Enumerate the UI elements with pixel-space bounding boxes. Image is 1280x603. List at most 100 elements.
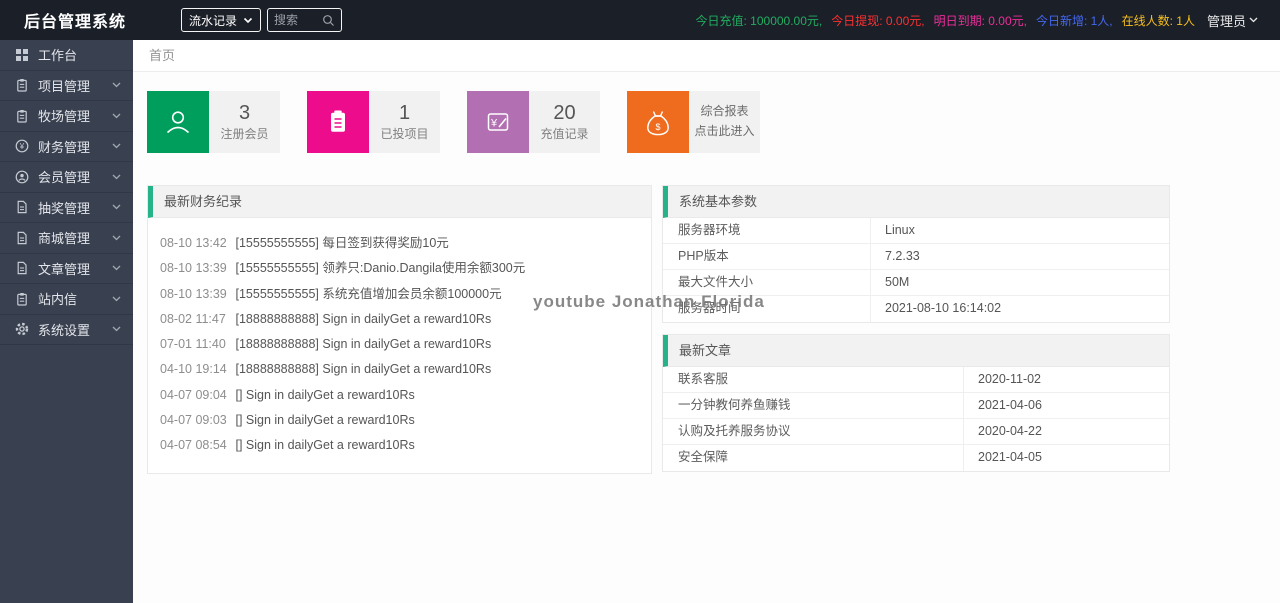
- finance-panel: 最新财务纪录 08-10 13:42 [15555555555] 每日签到获得奖…: [147, 185, 652, 474]
- admin-menu[interactable]: 管理员: [1207, 11, 1280, 30]
- finance-panel-title: 最新财务纪录: [148, 186, 651, 218]
- chevron-down-icon: [112, 204, 121, 210]
- param-label: 最大文件大小: [663, 270, 871, 295]
- record-time: 04-10 19:14: [160, 362, 227, 377]
- table-row: PHP版本 7.2.33: [663, 244, 1169, 270]
- finance-record: 07-01 11:40 [18888888888] Sign in dailyG…: [160, 332, 639, 357]
- content-area: 3 注册会员 1 已投项目 ¥ 20 充值记录 $ 综合报表 点击此进入 最新财…: [133, 72, 1280, 493]
- sidebar-item-ranch[interactable]: 牧场管理: [0, 101, 133, 132]
- record-text: [18888888888] Sign in dailyGet a reward1…: [235, 362, 492, 377]
- sidebar-item-lottery[interactable]: 抽奖管理: [0, 193, 133, 223]
- sidebar-item-finance[interactable]: ¥ 财务管理: [0, 132, 133, 162]
- record-type-select[interactable]: 流水记录: [181, 8, 261, 32]
- right-column: 系统基本参数 服务器环境 Linux PHP版本 7.2.33 最大文件大小 5…: [662, 185, 1170, 472]
- table-row: 最大文件大小 50M: [663, 270, 1169, 296]
- svg-text:¥: ¥: [490, 118, 498, 130]
- header-stat: 今日提现: 0.00元,: [831, 13, 925, 28]
- table-row: 安全保障 2021-04-05: [663, 445, 1169, 471]
- stat-value: 20: [553, 102, 576, 124]
- sidebar-item-members[interactable]: 会员管理: [0, 162, 133, 193]
- chevron-down-icon: [112, 113, 121, 119]
- chevron-down-icon: [112, 174, 121, 180]
- article-date: 2021-04-06: [978, 398, 1042, 412]
- sidebar-item-messages[interactable]: 站内信: [0, 284, 133, 315]
- record-text: [] Sign in dailyGet a reward10Rs: [235, 387, 415, 402]
- sidebar-item-projects[interactable]: 项目管理: [0, 71, 133, 101]
- article-title[interactable]: 联系客服: [663, 367, 964, 392]
- record-type-select-value: 流水记录: [189, 13, 238, 28]
- stat-label: 已投项目: [380, 127, 429, 141]
- article-date: 2021-04-05: [978, 450, 1042, 464]
- table-row: 服务器环境 Linux: [663, 218, 1169, 244]
- main-area: 首页 3 注册会员 1 已投项目 ¥ 20 充值记录 $ 综合报表 点击此进入 …: [133, 40, 1280, 603]
- article-date: 2020-04-22: [978, 424, 1042, 438]
- clipboard-icon: [307, 91, 369, 153]
- search-box: [267, 8, 342, 32]
- dashboard-icon: [15, 48, 29, 62]
- chevron-down-icon: [112, 235, 121, 241]
- chevron-down-icon: [112, 296, 121, 302]
- stat-card-invested-projects[interactable]: 1 已投项目: [307, 91, 440, 153]
- gear-icon: [15, 322, 29, 336]
- articles-table: 联系客服 2020-11-02 一分钟教何养鱼赚钱 2021-04-06 认购及…: [663, 367, 1169, 471]
- app-title: 后台管理系统: [24, 14, 127, 31]
- sidebar-item-workbench[interactable]: 工作台: [0, 40, 133, 71]
- sidebar-item-mall[interactable]: 商城管理: [0, 223, 133, 254]
- sidebar-item-label: 财务管理: [38, 139, 91, 155]
- admin-label: 管理员: [1206, 13, 1246, 29]
- sidebar-item-label: 文章管理: [38, 261, 91, 277]
- header-stat: 明日到期: 0.00元,: [933, 13, 1027, 28]
- panels-row: 最新财务纪录 08-10 13:42 [15555555555] 每日签到获得奖…: [147, 185, 1266, 474]
- breadcrumb-home[interactable]: 首页: [149, 48, 175, 63]
- record-time: 08-02 11:47: [160, 311, 226, 326]
- report-line2: 点击此进入: [694, 124, 755, 138]
- stat-card-registered-members[interactable]: 3 注册会员: [147, 91, 280, 153]
- record-time: 08-10 13:42: [160, 236, 227, 250]
- sidebar-item-label: 会员管理: [38, 170, 91, 186]
- system-params-panel: 系统基本参数 服务器环境 Linux PHP版本 7.2.33 最大文件大小 5…: [662, 185, 1170, 323]
- recharge-icon: ¥: [467, 91, 529, 153]
- report-line1: 综合报表: [700, 104, 749, 119]
- sidebar-item-label: 商城管理: [38, 231, 91, 247]
- sidebar-item-settings[interactable]: 系统设置: [0, 315, 133, 345]
- table-row: 联系客服 2020-11-02: [663, 367, 1169, 393]
- yen-circle-icon: ¥: [15, 139, 29, 153]
- clipboard-icon: [15, 292, 29, 306]
- article-title[interactable]: 认购及托养服务协议: [663, 419, 964, 444]
- user-icon: [147, 91, 209, 153]
- param-value: 50M: [885, 275, 910, 289]
- record-time: 07-01 11:40: [160, 337, 226, 352]
- member-circle-icon: [15, 170, 29, 184]
- record-text: [15555555555] 领养只:Danio.Dangila使用余额300元: [235, 261, 526, 276]
- record-time: 08-10 13:39: [160, 286, 227, 301]
- table-row: 服务器时间 2021-08-10 16:14:02: [663, 296, 1169, 322]
- article-title[interactable]: 安全保障: [663, 445, 964, 471]
- article-title[interactable]: 一分钟教何养鱼赚钱: [663, 393, 964, 418]
- stat-value: 3: [238, 102, 251, 124]
- record-time: 04-07 09:03: [160, 413, 227, 428]
- stat-card-report[interactable]: $ 综合报表 点击此进入: [627, 91, 760, 153]
- stat-card-recharge-records[interactable]: ¥ 20 充值记录: [467, 91, 600, 153]
- sidebar-item-label: 系统设置: [38, 322, 91, 338]
- finance-record: 04-07 09:03 [] Sign in dailyGet a reward…: [160, 408, 639, 433]
- record-time: 04-07 08:54: [160, 438, 227, 453]
- search-input[interactable]: [274, 13, 322, 27]
- table-row: 一分钟教何养鱼赚钱 2021-04-06: [663, 393, 1169, 419]
- finance-record: 08-10 13:39 [15555555555] 领养只:Danio.Dang…: [160, 256, 639, 281]
- record-time: 04-07 09:04: [160, 387, 227, 402]
- chevron-down-icon: [112, 143, 121, 149]
- finance-records-list: 08-10 13:42 [15555555555] 每日签到获得奖励10元 08…: [148, 218, 651, 473]
- record-text: [18888888888] Sign in dailyGet a reward1…: [235, 311, 492, 326]
- sidebar-item-articles[interactable]: 文章管理: [0, 254, 133, 284]
- clipboard-icon: [15, 109, 29, 123]
- record-text: [18888888888] Sign in dailyGet a reward1…: [235, 337, 492, 352]
- header-stat: 今日新增: 1人,: [1035, 13, 1113, 28]
- header-stat: 在线人数: 1人: [1121, 13, 1195, 28]
- param-value: 7.2.33: [885, 249, 920, 263]
- param-label: 服务器时间: [663, 296, 871, 322]
- breadcrumb: 首页: [133, 40, 1280, 72]
- chevron-down-icon: [243, 17, 253, 24]
- stat-value: 1: [398, 102, 411, 124]
- search-icon[interactable]: [322, 14, 335, 27]
- file-icon: [15, 231, 29, 245]
